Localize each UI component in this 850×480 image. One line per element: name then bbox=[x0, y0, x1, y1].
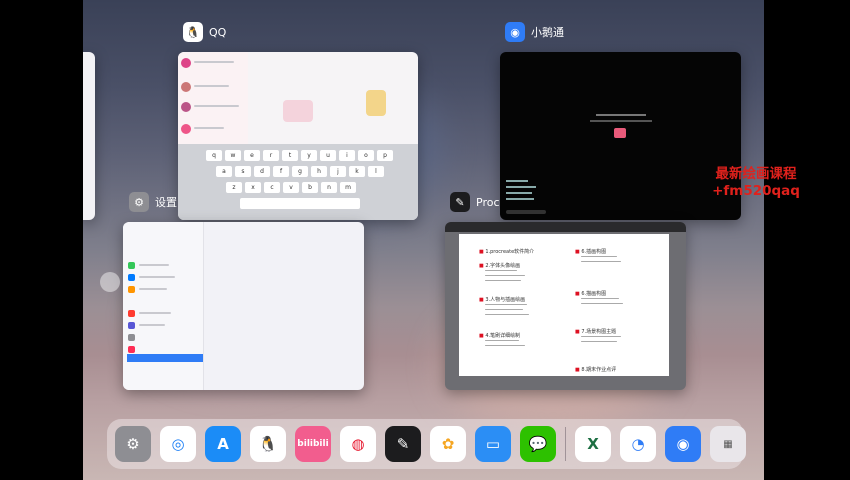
settings-row-label bbox=[139, 276, 175, 278]
chat-line bbox=[506, 198, 534, 200]
note-item: ■ 7.场景构图主题 bbox=[575, 329, 617, 335]
settings-row-icon bbox=[128, 274, 135, 281]
note-subline bbox=[581, 341, 617, 342]
note-item: ■ 8.期末作业点评 bbox=[575, 367, 617, 373]
chat-line bbox=[506, 180, 528, 182]
settings-row-icon bbox=[128, 262, 135, 269]
note-item: ■ 4.笔刷详细绘制 bbox=[479, 333, 521, 339]
app-card-settings[interactable] bbox=[123, 222, 364, 390]
app-label-text: QQ bbox=[209, 25, 227, 39]
note-subline bbox=[485, 275, 525, 276]
on-screen-keyboard: qwertyuiop asdfghjkl zxcvbnm bbox=[178, 144, 418, 220]
app-library-icon[interactable]: ▦ bbox=[710, 426, 746, 462]
list-item bbox=[194, 105, 239, 107]
sticker-image bbox=[283, 100, 313, 122]
app-label-procreate: ✎ Proc bbox=[450, 192, 500, 212]
app-label-qq: 🐧 QQ bbox=[183, 22, 226, 42]
note-subline bbox=[485, 270, 517, 271]
dock: ⚙ ◎ A 🐧 bilibili ◍ ✎ ✿ ▭ 💬 X ◔ ◉ ▦ bbox=[107, 419, 746, 469]
app-label-text: 小鹅通 bbox=[531, 26, 564, 39]
live-thumbnail bbox=[614, 128, 626, 138]
safari-icon[interactable]: ◎ bbox=[160, 426, 196, 462]
note-subline bbox=[485, 280, 521, 281]
chat-line bbox=[506, 192, 532, 194]
settings-row-icon bbox=[128, 346, 135, 353]
note-subline bbox=[581, 256, 617, 257]
bilibili-label: bilibili bbox=[297, 439, 329, 449]
settings-row-label bbox=[139, 288, 167, 290]
note-subline bbox=[581, 298, 619, 299]
overlay-line: +fm520qaq bbox=[712, 183, 800, 199]
xiaoetong-icon[interactable]: ◉ bbox=[665, 426, 701, 462]
app-card-offscreen[interactable] bbox=[83, 52, 95, 220]
settings-gear-icon[interactable]: ⚙ bbox=[115, 426, 151, 462]
settings-row-icon bbox=[128, 310, 135, 317]
note-subline bbox=[485, 314, 529, 315]
settings-row-label bbox=[139, 324, 165, 326]
bilibili-icon[interactable]: bilibili bbox=[295, 426, 331, 462]
avatar bbox=[181, 124, 191, 134]
sticker-image bbox=[366, 90, 386, 116]
overlay-watermark-text: 最新绘画课程 +fm520qaq bbox=[706, 166, 806, 200]
note-item: ■ 3.人物与插画绘画 bbox=[479, 297, 526, 303]
note-subline bbox=[485, 345, 525, 346]
wechat-icon[interactable]: 💬 bbox=[520, 426, 556, 462]
settings-row-icon bbox=[128, 322, 135, 329]
assistive-touch-button[interactable] bbox=[100, 272, 120, 292]
note-subline bbox=[581, 303, 623, 304]
chat-line bbox=[506, 186, 536, 188]
note-subline bbox=[485, 309, 523, 310]
app-label-text: 设置 bbox=[155, 196, 177, 209]
app-card-procreate[interactable]: ■ 1.procreate软件简介 ■ 2.字体头像绘画 ■ 3.人物与插画绘画… bbox=[445, 222, 686, 390]
settings-gear-icon: ⚙ bbox=[129, 192, 149, 212]
note-item: ■ 6.描画构图 bbox=[575, 291, 607, 297]
procreate-canvas: ■ 1.procreate软件简介 ■ 2.字体头像绘画 ■ 3.人物与插画绘画… bbox=[459, 234, 669, 376]
settings-row-label bbox=[139, 312, 171, 314]
app-store-icon[interactable]: A bbox=[205, 426, 241, 462]
note-subline bbox=[485, 304, 527, 305]
note-subline bbox=[581, 261, 621, 262]
xiaoetong-icon: ◉ bbox=[505, 22, 525, 42]
text-line bbox=[596, 114, 646, 116]
list-item bbox=[194, 127, 224, 129]
clock-app-icon[interactable]: ◔ bbox=[620, 426, 656, 462]
note-item: ■ 1.procreate软件简介 bbox=[479, 249, 535, 255]
note-item: ■ 2.字体头像绘画 bbox=[479, 263, 521, 269]
note-subline bbox=[485, 340, 519, 341]
weibo-icon[interactable]: ◍ bbox=[340, 426, 376, 462]
files-icon[interactable]: ▭ bbox=[475, 426, 511, 462]
settings-row-icon bbox=[128, 286, 135, 293]
procreate-icon[interactable]: ✎ bbox=[385, 426, 421, 462]
procreate-icon: ✎ bbox=[450, 192, 470, 212]
app-card-xiaoetong[interactable] bbox=[500, 52, 741, 220]
procreate-toolbar bbox=[445, 222, 686, 232]
app-label-xiaoetong: ◉ 小鹅通 bbox=[505, 22, 564, 42]
photos-icon[interactable]: ✿ bbox=[430, 426, 466, 462]
settings-row-label bbox=[139, 264, 169, 266]
app-card-qq[interactable]: qwertyuiop asdfghjkl zxcvbnm bbox=[178, 52, 418, 220]
note-item: ■ 6.插画构图 bbox=[575, 249, 607, 255]
avatar bbox=[181, 102, 191, 112]
text-line bbox=[590, 120, 652, 122]
qq-icon[interactable]: 🐧 bbox=[250, 426, 286, 462]
settings-sidebar bbox=[123, 222, 204, 390]
app-label-settings: ⚙ 设置 bbox=[129, 192, 177, 212]
list-item bbox=[194, 85, 229, 87]
avatar bbox=[181, 58, 191, 68]
dock-divider bbox=[565, 427, 566, 461]
settings-row-icon bbox=[128, 334, 135, 341]
list-item bbox=[194, 61, 234, 63]
comment-input bbox=[506, 210, 546, 214]
overlay-line: 最新绘画课程 bbox=[715, 166, 797, 182]
space-bar bbox=[240, 198, 360, 209]
settings-selected-row bbox=[127, 354, 203, 362]
note-subline bbox=[581, 336, 621, 337]
qq-icon: 🐧 bbox=[183, 22, 203, 42]
excel-icon[interactable]: X bbox=[575, 426, 611, 462]
avatar bbox=[181, 82, 191, 92]
app-label-text: Proc bbox=[476, 195, 500, 209]
excel-label: X bbox=[587, 435, 599, 453]
